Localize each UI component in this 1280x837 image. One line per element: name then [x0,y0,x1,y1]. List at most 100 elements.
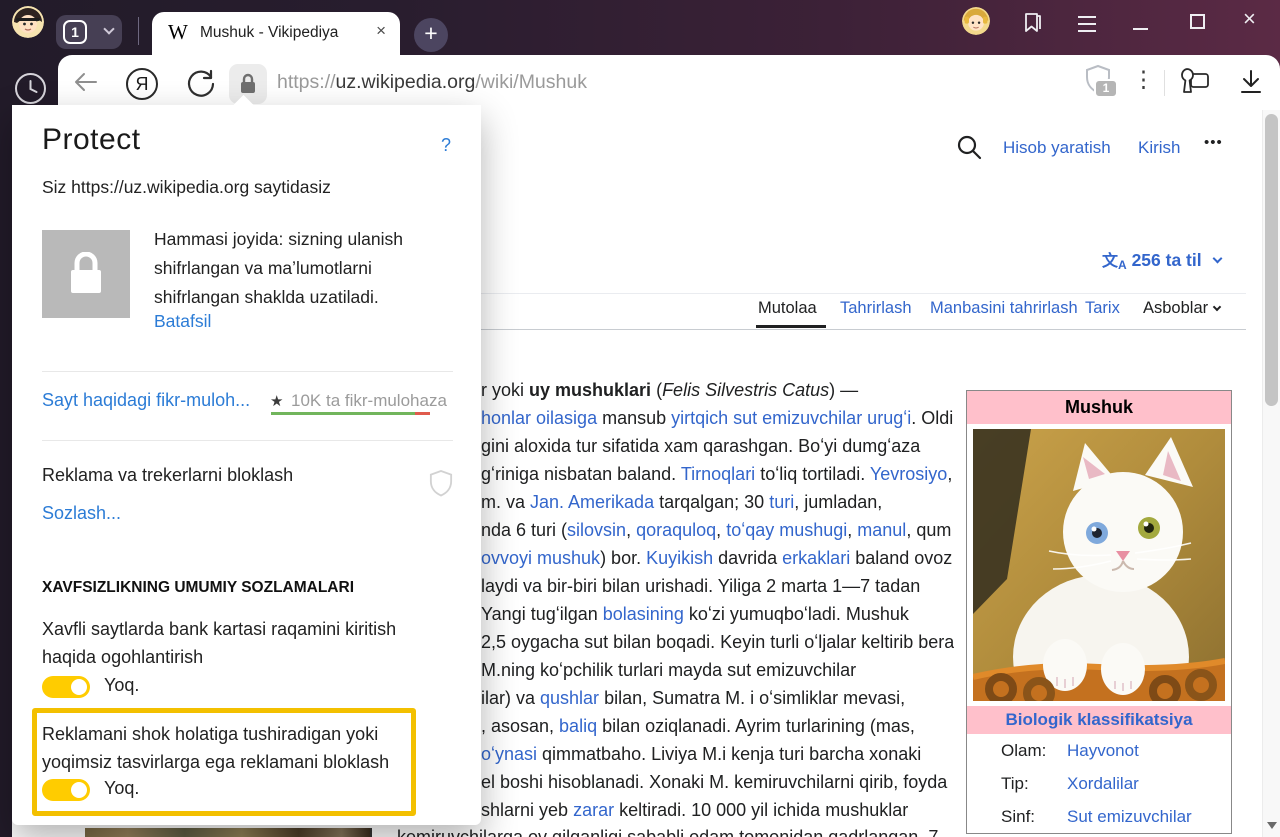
lock-icon [68,252,104,296]
article-link[interactable]: silovsin [567,520,626,540]
protect-shield-button[interactable]: 1 [1085,64,1111,94]
article-link[interactable]: toʻqay mushugi [726,520,847,540]
adblock-settings-link[interactable]: Sozlash... [42,503,121,524]
back-arrow-icon [72,70,100,94]
article-link[interactable]: zarar [573,800,614,820]
url-field[interactable]: https://uz.wikipedia.org/wiki/Mushuk [277,71,587,94]
tab-close-icon[interactable]: × [376,21,386,41]
star-icon: ★ [270,392,283,410]
new-tab-button[interactable]: + [414,18,448,52]
tab-tools[interactable]: Asboblar [1143,299,1220,318]
protect-panel: Protect ? Siz https://uz.wikipedia.org s… [12,105,481,825]
article-link[interactable]: yirtqich sut emizuvchilar urugʻi [671,408,911,428]
article-link[interactable]: turi [769,492,794,512]
profile-avatar[interactable] [12,6,44,38]
maximize-button[interactable] [1190,14,1205,29]
article-link[interactable]: Yevrosiyo [870,464,947,484]
tab-separator [138,17,139,45]
rating-bar-negative [415,412,430,415]
article-link[interactable]: Jan. Amerikada [530,492,654,512]
taxobox-row: Sinf:Sut emizuvchilar [967,800,1231,833]
bank-warning-label: Xavfli saytlarda bank kartasi raqamini k… [42,615,437,671]
back-button[interactable] [72,70,100,94]
article-link[interactable]: Tirnoqlari [681,464,755,484]
url-scheme: https:// [277,71,336,93]
divider [42,371,453,372]
article-link[interactable]: oʻynasi [481,744,537,764]
tab-edit-source[interactable]: Manbasini tahrirlash [930,299,1078,318]
taxobox-link[interactable]: Sut emizuvchilar [1067,807,1192,827]
active-tab[interactable]: W Mushuk - Vikipediya × [152,12,400,58]
bookmarks-button[interactable] [1022,11,1044,35]
active-tab-underline [756,325,826,328]
rating-count-label[interactable]: 10K ta fikr-mulohaza [291,391,447,411]
url-host: uz.wikipedia.org [336,71,476,93]
article-link[interactable]: Kuyikish [646,548,713,568]
article-link[interactable]: bolasining [603,604,684,624]
search-icon [956,134,982,160]
article-link[interactable]: qoraquloq [636,520,716,540]
bank-warning-toggle[interactable] [42,676,90,698]
reload-button[interactable] [186,69,216,99]
classification-header: Biologik klassifikatsiya [967,706,1231,734]
history-button[interactable] [14,72,47,105]
rating-bar [271,412,430,415]
page-scrollbar[interactable] [1262,110,1280,837]
article-link[interactable]: erkaklari [782,548,850,568]
create-account-link[interactable]: Hisob yaratish [1003,138,1111,158]
shield-outline-icon [429,469,453,497]
yandex-button[interactable]: Я [126,68,158,100]
tab-group-pill[interactable]: 1 [56,15,122,49]
scrollbar-down-arrow[interactable] [1267,822,1277,829]
lock-icon [239,73,257,95]
site-feedback-link[interactable]: Sayt haqidagi fikr-muloh... [42,390,250,411]
article-link[interactable]: honlar oilasiga [481,408,597,428]
more-options-button[interactable]: ••• [1204,134,1223,151]
security-section-heading: XAVFSIZLIKNING UMUMIY SOZLAMALARI [42,579,354,597]
taxobox-link[interactable]: Hayvonot [1067,741,1139,761]
close-window-button[interactable]: × [1243,6,1256,32]
tab-read[interactable]: Mutolaa [758,299,817,318]
language-selector[interactable]: 文A 256 ta til [1102,247,1221,272]
taxobox-title: Mushuk [967,391,1231,424]
taxobox-link[interactable]: Xordalilar [1067,774,1139,794]
passwords-button[interactable] [1178,66,1212,96]
kitten-photo[interactable] [973,429,1225,701]
search-button[interactable] [956,134,982,160]
adblock-label: Reklama va trekerlarni bloklash [42,465,293,486]
scrollbar-thumb[interactable] [1265,114,1278,406]
thumbnail-frame-edge [370,828,372,837]
chevron-down-icon [1213,254,1223,264]
details-link[interactable]: Batafsil [154,311,211,332]
taxobox-label: Tip: [967,774,1067,794]
article-link[interactable]: baliq [559,716,597,736]
divider [42,440,453,441]
browser-window: 1 W Mushuk - Vikipediya × + × [0,0,1280,837]
avatar-girl-icon [12,6,44,38]
shock-ads-toggle[interactable] [42,779,90,801]
downloads-button[interactable] [1238,68,1264,96]
shock-ads-label: Reklamani shok holatiga tushiradigan yok… [42,720,437,776]
login-link[interactable]: Kirish [1138,138,1181,158]
user-avatar-button[interactable] [962,7,990,35]
help-link[interactable]: ? [441,135,451,156]
toolbar-separator [1164,70,1165,96]
article-link[interactable]: qushlar [540,688,599,708]
chevron-down-icon[interactable] [103,23,114,34]
key-card-icon [1178,66,1212,96]
tab-count-badge: 1 [63,20,87,44]
menu-button[interactable] [1078,16,1096,32]
tab-history[interactable]: Tarix [1085,299,1120,318]
site-status-line: Siz https://uz.wikipedia.org saytidasiz [42,177,331,198]
minimize-button[interactable] [1133,28,1148,30]
taxobox: Mushuk [966,390,1232,834]
tab-edit[interactable]: Tahrirlash [840,299,912,318]
bank-warning-state: Yoq. [104,675,139,696]
article-link[interactable]: ovvoyi mushuk [481,548,600,568]
article-link[interactable]: manul [857,520,906,540]
connection-status-text: Hammasi joyida: sizning ulanish shifrlan… [154,225,459,312]
clipped-text-line: kemiruvchilarga ov qilganligi sababli od… [397,827,957,837]
kebab-menu-button[interactable]: ⋮ [1132,66,1155,93]
avatar-girl-icon [962,7,990,35]
site-security-button[interactable] [229,64,267,104]
